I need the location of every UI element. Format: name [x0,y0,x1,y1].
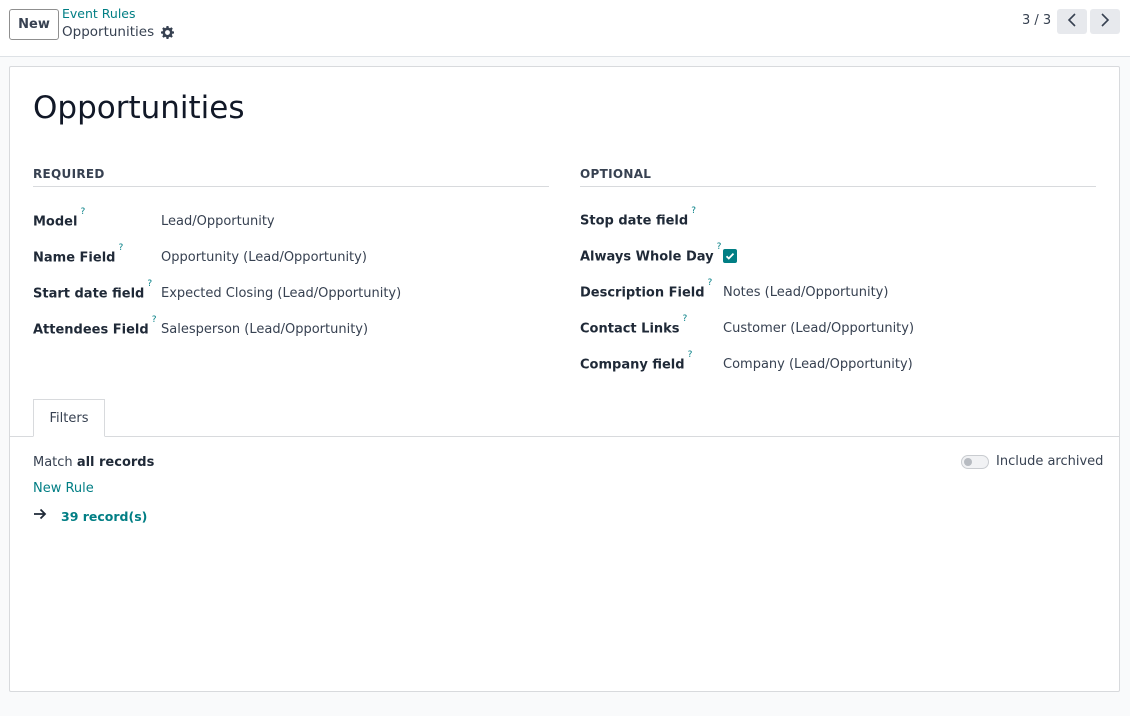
records-preview: 39 record(s) [33,508,147,524]
field-company: Company field? Company (Lead/Opportunity… [580,349,913,375]
form-sheet: Opportunities REQUIRED Model? Lead/Oppor… [9,66,1120,692]
always-whole-day-checkbox[interactable] [723,249,737,263]
field-attendees: Attendees Field? Salesperson (Lead/Oppor… [33,314,368,340]
field-label: Description Field? [580,277,713,301]
breadcrumb-event-rules[interactable]: Event Rules [62,6,136,21]
optional-group-header: OPTIONAL [580,167,1096,187]
chevron-right-icon [1100,13,1110,30]
field-start-date: Start date field? Expected Closing (Lead… [33,278,401,304]
field-description: Description Field? Notes (Lead/Opportuni… [580,277,888,303]
help-tooltip-icon[interactable]: ? [147,279,152,289]
include-archived-label: Include archived [996,454,1104,469]
field-value-company[interactable]: Company (Lead/Opportunity) [723,357,913,372]
toggle-knob [964,457,972,466]
field-label: Always Whole Day? [580,241,722,265]
pager-previous-button[interactable] [1057,9,1087,34]
help-tooltip-icon[interactable]: ? [717,242,722,252]
required-group: REQUIRED Model? Lead/Opportunity Name Fi… [33,167,549,337]
field-model: Model? Lead/Opportunity [33,206,275,232]
breadcrumb-current: Opportunities [62,24,175,40]
optional-group: OPTIONAL Stop date field? Always Whole D… [580,167,1096,372]
field-contact-links: Contact Links? Customer (Lead/Opportunit… [580,313,914,339]
breadcrumb-current-label: Opportunities [62,24,155,40]
field-label: Contact Links? [580,313,688,337]
field-value-start-date[interactable]: Expected Closing (Lead/Opportunity) [161,286,401,301]
help-tooltip-icon[interactable]: ? [80,207,85,217]
record-title[interactable]: Opportunities [33,90,245,126]
field-stop-date: Stop date field? [580,205,723,231]
tab-filters[interactable]: Filters [33,399,105,437]
help-tooltip-icon[interactable]: ? [152,315,157,325]
domain-match-value: all records [76,455,155,470]
help-tooltip-icon[interactable]: ? [691,206,696,216]
help-tooltip-icon[interactable]: ? [688,350,693,360]
arrow-right-icon [33,508,47,524]
toggle-switch[interactable] [961,454,989,469]
field-value-name[interactable]: Opportunity (Lead/Opportunity) [161,250,367,265]
field-label: Company field? [580,349,693,373]
field-name: Name Field? Opportunity (Lead/Opportunit… [33,242,367,268]
chevron-left-icon [1067,13,1077,30]
field-label: Name Field? [33,242,124,266]
field-value-model[interactable]: Lead/Opportunity [161,214,275,229]
help-tooltip-icon[interactable]: ? [708,278,713,288]
field-value-contact-links[interactable]: Customer (Lead/Opportunity) [723,321,914,336]
field-label: Start date field? [33,278,153,302]
help-tooltip-icon[interactable]: ? [683,314,688,324]
field-label: Model? [33,206,86,230]
field-label: Attendees Field? [33,314,157,338]
help-tooltip-icon[interactable]: ? [118,243,123,253]
field-value-description[interactable]: Notes (Lead/Opportunity) [723,285,888,300]
field-value-attendees[interactable]: Salesperson (Lead/Opportunity) [161,322,368,337]
domain-summary: Match all records [33,455,154,470]
new-rule-link[interactable]: New Rule [33,481,94,496]
pager-value[interactable]: 3 / 3 [1022,13,1051,28]
include-archived-toggle[interactable]: Include archived [961,454,1103,469]
control-panel: New Event Rules Opportunities 3 / 3 [0,0,1130,57]
pager-next-button[interactable] [1090,9,1120,34]
new-button[interactable]: New [9,9,59,40]
field-always-whole-day: Always Whole Day? [580,241,737,267]
domain-match-prefix: Match [33,455,73,470]
required-group-header: REQUIRED [33,167,549,187]
records-count-link[interactable]: 39 record(s) [61,509,147,524]
notebook-tabs: Filters [10,399,1119,437]
gear-icon[interactable] [161,25,175,39]
field-label: Stop date field? [580,205,696,229]
